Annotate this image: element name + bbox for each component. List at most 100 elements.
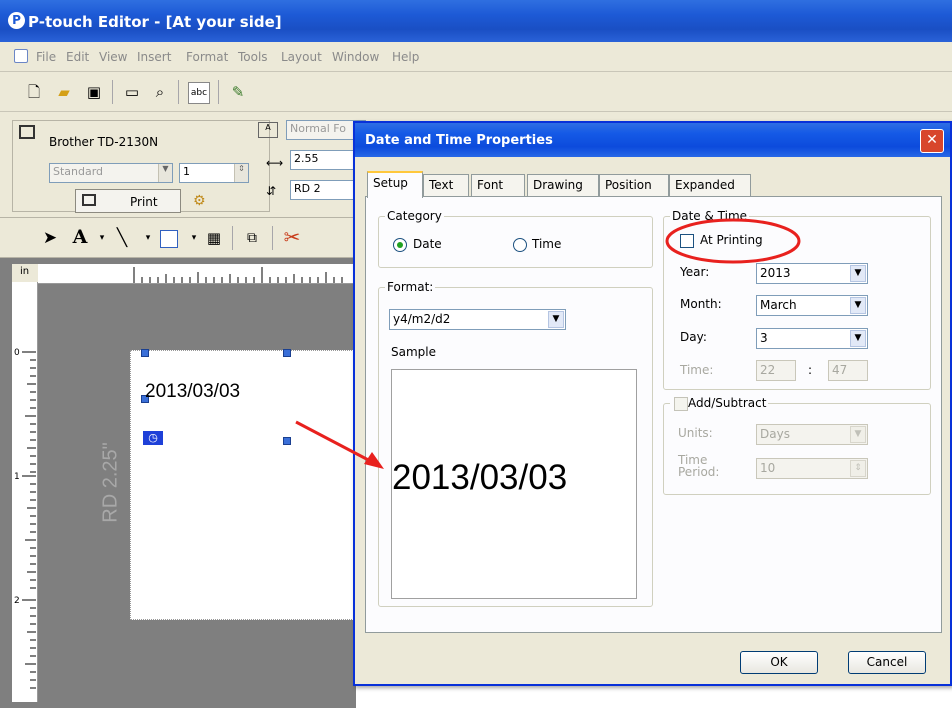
print-preview-icon[interactable]: ⌕ [150, 82, 170, 102]
tab-setup[interactable]: Setup [367, 171, 423, 198]
time-label: Time: [680, 363, 714, 377]
format-select[interactable]: y4/m2/d2 ▼ [389, 309, 566, 330]
tab-drawing[interactable]: Drawing [527, 174, 599, 196]
time-radio[interactable] [513, 238, 527, 252]
tab-text[interactable]: Text [423, 174, 469, 196]
category-label: Category [385, 209, 444, 223]
day-select[interactable]: 3 ▼ [756, 328, 868, 349]
selection-handle[interactable] [283, 349, 291, 357]
menu-window[interactable]: Window [332, 50, 379, 64]
printer-icon [19, 125, 35, 139]
chevron-down-icon: ▼ [850, 297, 866, 314]
print-icon[interactable]: ▭ [122, 82, 142, 102]
close-icon[interactable]: ✕ [920, 129, 944, 153]
printer-panel: Brother TD-2130N Standard ▼ 1 ⇕ Print ⚙ [12, 120, 270, 213]
date-time-group: Date & Time At Printing Year: 2013 ▼ Mont… [663, 209, 931, 390]
print-mode-select[interactable]: Standard ▼ [49, 163, 173, 183]
chevron-down-icon: ▼ [850, 265, 866, 282]
printer-name: Brother TD-2130N [49, 135, 159, 149]
format-panel: A Normal Fo ⟷ 2.55 ⇵ RD 2 [258, 120, 366, 212]
menu-layout[interactable]: Layout [281, 50, 322, 64]
chevron-down-icon: ▼ [548, 311, 564, 328]
arrange-icon[interactable]: ⧉ [242, 228, 262, 248]
line-tool-icon[interactable]: ╲ [112, 228, 132, 248]
format-label: Format: [385, 280, 436, 294]
open-folder-icon[interactable]: ▰ [54, 82, 74, 102]
wizard-icon[interactable]: ✎ [228, 82, 248, 102]
dialog-title: Date and Time Properties [365, 133, 553, 148]
year-select[interactable]: 2013 ▼ [756, 263, 868, 284]
minute-field[interactable]: 47 [828, 360, 868, 381]
menu-insert[interactable]: Insert [137, 50, 171, 64]
text-box-icon[interactable]: abc [188, 82, 210, 104]
horizontal-ruler-ticks [133, 267, 343, 283]
copies-stepper[interactable]: 1 ⇕ [179, 163, 249, 183]
units-select[interactable]: Days ▼ [756, 424, 868, 445]
menu-view[interactable]: View [99, 50, 127, 64]
time-separator: : [808, 363, 813, 377]
media-label: RD 2.25" [99, 442, 122, 523]
table-tool-icon[interactable]: ▦ [204, 228, 224, 248]
menu-help[interactable]: Help [392, 50, 419, 64]
app-logo-icon: P [8, 12, 25, 29]
time-period-stepper[interactable]: 10 ⇕ [756, 458, 868, 479]
new-layout-icon[interactable]: 🗋 [24, 82, 44, 102]
menu-file[interactable]: File [36, 50, 56, 64]
sample-label: Sample [391, 345, 436, 359]
selection-handle[interactable] [283, 437, 291, 445]
document-icon [14, 49, 28, 63]
format-group: Format: y4/m2/d2 ▼ Sample 2013/03/03 [378, 280, 653, 607]
setup-tab-page: Category Date Time Format: y4/m2/d2 ▼ Sa… [365, 196, 942, 633]
dialog-titlebar[interactable]: Date and Time Properties ✕ [355, 123, 950, 157]
day-label: Day: [680, 330, 707, 344]
font-size-icon: A [258, 122, 278, 138]
tab-font[interactable]: Font [471, 174, 525, 196]
toolbar-separator [272, 226, 273, 250]
ok-button[interactable]: OK [740, 651, 818, 674]
drawing-toolbar: ➤ A ▾ ╲ ▾ ▾ ▦ ⧉ ✂ [0, 218, 360, 258]
selection-handle[interactable] [141, 349, 149, 357]
vertical-ruler: 0 1 2 [12, 282, 38, 702]
sample-preview: 2013/03/03 [391, 369, 637, 599]
clock-icon[interactable]: ◷ [143, 431, 163, 445]
window-titlebar[interactable]: P P-touch Editor - [At your side] [0, 0, 952, 42]
date-object[interactable]: 2013/03/03 [145, 381, 240, 403]
horizontal-ruler [38, 264, 358, 284]
menu-edit[interactable]: Edit [66, 50, 89, 64]
date-radio-label: Date [413, 237, 442, 251]
print-button[interactable]: Print [75, 189, 181, 213]
time-radio-label: Time [532, 237, 562, 251]
spin-icon: ⇕ [850, 460, 866, 477]
menu-tools[interactable]: Tools [238, 50, 268, 64]
rectangle-tool-icon[interactable] [160, 230, 178, 248]
cancel-button[interactable]: Cancel [848, 651, 926, 674]
category-group: Category Date Time [378, 209, 653, 268]
chevron-down-icon[interactable]: ▾ [92, 228, 112, 248]
print-icon [82, 194, 96, 206]
text-tool-icon[interactable]: A [70, 227, 90, 247]
toolbar-separator [218, 80, 219, 104]
window-title: P-touch Editor - [At your side] [28, 13, 282, 31]
sample-text: 2013/03/03 [392, 458, 568, 497]
hour-field[interactable]: 22 [756, 360, 796, 381]
add-subtract-group: Add/Subtract Units: Days ▼ Time Period: 1… [663, 396, 931, 495]
date-time-properties-dialog: Date and Time Properties ✕ Setup Text Fo… [353, 121, 952, 686]
date-radio[interactable] [393, 238, 407, 252]
month-select[interactable]: March ▼ [756, 295, 868, 316]
cut-icon[interactable]: ✂ [282, 227, 302, 247]
at-printing-checkbox[interactable] [680, 234, 694, 248]
menu-format[interactable]: Format [186, 50, 228, 64]
printer-settings-icon[interactable]: ⚙ [193, 193, 206, 209]
tab-position[interactable]: Position [599, 174, 669, 196]
tab-expanded[interactable]: Expanded [669, 174, 751, 196]
save-icon[interactable]: ▣ [84, 82, 104, 102]
spin-icon: ⇕ [234, 164, 248, 182]
label-paper[interactable]: 2013/03/03 ◷ RD 2.25" [100, 349, 356, 620]
select-arrow-icon[interactable]: ➤ [40, 228, 60, 248]
chevron-down-icon[interactable]: ▾ [138, 228, 158, 248]
chevron-down-icon[interactable]: ▾ [184, 228, 204, 248]
month-label: Month: [680, 297, 722, 311]
chevron-down-icon: ▼ [158, 164, 172, 182]
date-time-label: Date & Time [670, 209, 750, 223]
add-subtract-checkbox[interactable] [674, 397, 688, 411]
